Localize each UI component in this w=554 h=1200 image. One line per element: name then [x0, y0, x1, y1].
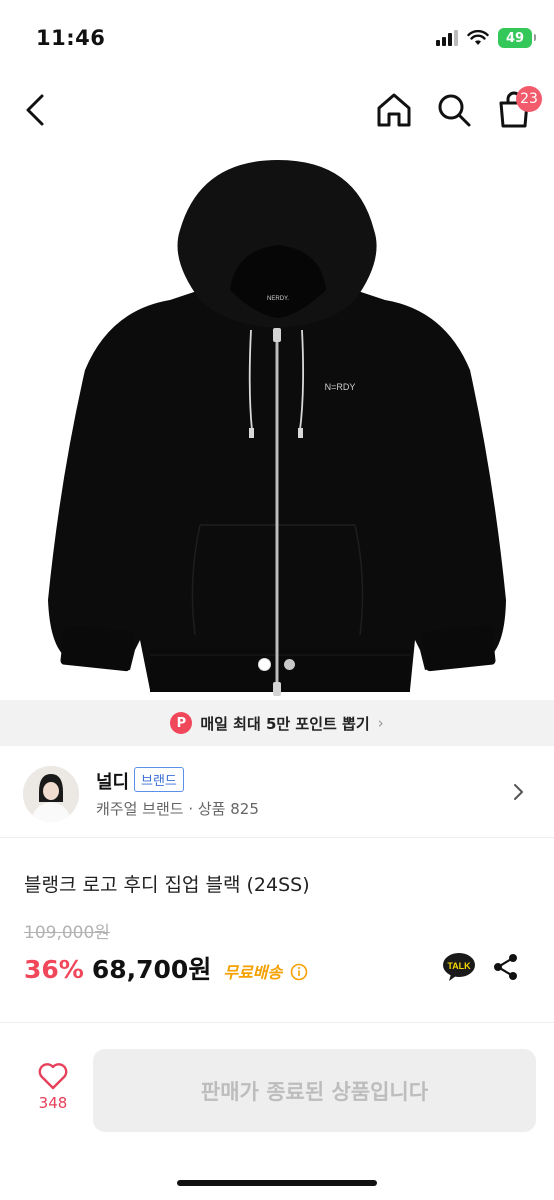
- home-icon[interactable]: [374, 90, 414, 130]
- brand-row[interactable]: 널디 브랜드 캐주얼 브랜드 · 상품 825: [0, 746, 554, 838]
- signal-icon: [436, 30, 458, 46]
- brand-name: 널디: [96, 772, 130, 793]
- chevron-right-icon: ›: [377, 714, 384, 732]
- heart-icon: [38, 1063, 68, 1090]
- price-row: 36% 68,700원 무료배송: [24, 950, 308, 986]
- brand-subtitle: 캐주얼 브랜드 · 상품 825: [96, 800, 259, 818]
- status-icons: 49: [436, 28, 536, 48]
- like-count: 348: [38, 1094, 68, 1112]
- share-icon[interactable]: [492, 952, 520, 982]
- status-time: 11:46: [36, 26, 106, 50]
- brand-tag-badge: 브랜드: [134, 767, 184, 792]
- hoodie-illustration: NERDY. N=RDY: [48, 160, 506, 696]
- pager-dot-1[interactable]: [259, 659, 270, 670]
- section-divider: [0, 1022, 554, 1023]
- product-image[interactable]: NERDY. N=RDY: [0, 150, 554, 700]
- cart-count-badge: 23: [516, 86, 542, 112]
- point-icon: P: [170, 712, 193, 734]
- kakao-talk-icon[interactable]: TALK: [442, 952, 476, 982]
- point-promo-banner[interactable]: P 매일 최대 5만 포인트 뽑기 ›: [0, 700, 554, 746]
- product-name: 블랭크 로고 후디 집업 블랙 (24SS): [24, 874, 310, 896]
- original-price: 109,000원: [24, 923, 110, 943]
- image-pager-dots: [0, 659, 554, 670]
- free-shipping-label: 무료배송: [223, 963, 283, 982]
- promo-text: 매일 최대 5만 포인트 뽑기: [200, 714, 370, 733]
- sale-price: 68,700원: [91, 955, 212, 984]
- hood-label: NERDY.: [267, 296, 289, 302]
- brand-avatar: [23, 766, 79, 822]
- home-indicator: [177, 1180, 377, 1186]
- pager-dot-2[interactable]: [284, 659, 295, 670]
- top-nav: [0, 70, 554, 150]
- wifi-icon: [467, 30, 489, 45]
- discount-rate: 36%: [24, 955, 84, 984]
- battery-icon: 49: [498, 28, 536, 48]
- garment-logo: N=RDY: [325, 382, 356, 392]
- like-button[interactable]: 348: [22, 1062, 84, 1126]
- info-icon[interactable]: [290, 963, 308, 981]
- search-icon[interactable]: [434, 90, 474, 130]
- talk-label: TALK: [447, 961, 471, 971]
- chevron-right-icon[interactable]: [508, 782, 528, 802]
- back-arrow-icon[interactable]: [22, 90, 52, 130]
- status-bar: 11:46 49: [0, 0, 554, 70]
- sold-out-button[interactable]: 판매가 종료된 상품입니다: [93, 1049, 536, 1132]
